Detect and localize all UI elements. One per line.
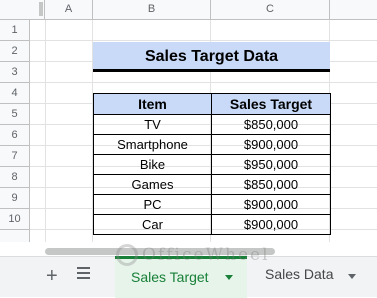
row-header-11[interactable] [0,230,30,242]
sheet-list-icon[interactable] [77,267,91,281]
row-header-5[interactable]: 5 [0,104,30,125]
table-row: Games $850,000 [93,174,331,195]
item-cell[interactable]: Bike [93,154,212,175]
item-cell[interactable]: PC [93,194,212,215]
item-cell[interactable]: TV [93,114,212,135]
row-header-6[interactable]: 6 [0,125,30,146]
freeze-handle[interactable] [39,2,43,16]
header-cell-sales-target[interactable]: Sales Target [211,93,331,115]
sales-target-cell[interactable]: $900,000 [211,194,331,215]
row-header-10[interactable]: 10 [0,209,30,230]
sales-target-table: Item Sales Target TV $850,000 Smartphone… [93,93,331,235]
column-header-a[interactable]: A [45,0,93,20]
spreadsheet-grid[interactable]: A B C 1 2 3 4 5 6 7 8 9 10 Sales Target … [0,0,377,242]
gridline [30,40,377,41]
sales-target-cell[interactable]: $900,000 [211,134,331,155]
watermark-logo-icon [116,244,138,266]
row-header-4[interactable]: 4 [0,83,30,104]
table-row: PC $900,000 [93,194,331,215]
chevron-down-icon[interactable] [225,275,233,280]
header-cell-item[interactable]: Item [93,93,212,115]
column-header-d[interactable] [330,0,377,20]
gridline [30,82,377,83]
select-all-corner[interactable] [0,0,45,20]
sales-target-cell[interactable]: $900,000 [211,214,331,235]
item-cell[interactable]: Smartphone [93,134,212,155]
title-cell[interactable]: Sales Target Data [93,42,330,72]
sales-target-cell[interactable]: $850,000 [211,174,331,195]
item-cell[interactable]: Car [93,214,212,235]
plus-icon[interactable]: + [46,266,58,286]
table-row: Bike $950,000 [93,154,331,175]
row-header-2[interactable]: 2 [0,41,30,62]
row-header-8[interactable]: 8 [0,167,30,188]
sales-target-cell[interactable]: $950,000 [211,154,331,175]
table-row: TV $850,000 [93,114,331,135]
item-cell[interactable]: Games [93,174,212,195]
tab-sales-data[interactable]: Sales Data [265,266,333,282]
row-header-3[interactable]: 3 [0,62,30,83]
row-header-1[interactable]: 1 [0,20,30,41]
column-header-c[interactable]: C [211,0,330,20]
chevron-down-icon[interactable] [348,274,356,279]
sales-target-cell[interactable]: $850,000 [211,114,331,135]
tab-label: Sales Target [131,269,209,285]
table-header-row: Item Sales Target [93,93,331,115]
column-header-b[interactable]: B [93,0,211,20]
row-header-7[interactable]: 7 [0,146,30,167]
watermark-text: OfficeWheel [142,245,270,265]
row-header-9[interactable]: 9 [0,188,30,209]
table-row: Car $900,000 [93,214,331,235]
table-row: Smartphone $900,000 [93,134,331,155]
